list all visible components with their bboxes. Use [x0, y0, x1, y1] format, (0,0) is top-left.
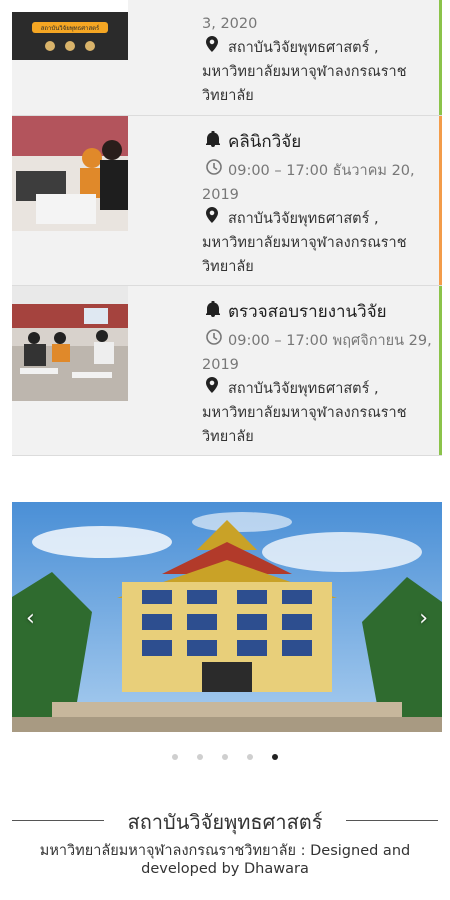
event-location: สถาบันวิจัยพุทธศาสตร์ , มหาวิทยาลัยมหาจุ…	[202, 381, 407, 445]
event-time: 09:00 – 17:00 พฤศจิกายน 29, 2019	[202, 333, 432, 373]
events-list: สถาบันวิจัยพุทธศาสตร์ 3, 2020 สถาบันวิจั…	[12, 0, 442, 456]
map-pin-icon	[206, 377, 228, 401]
footer-credits: มหาวิทยาลัยมหาจุฬาลงกรณราชวิทยาลัย : Des…	[39, 843, 411, 877]
carousel-dot[interactable]	[196, 754, 203, 760]
thumb-label: สถาบันวิจัยพุทธศาสตร์	[41, 24, 100, 32]
event-card[interactable]: สถาบันวิจัยพุทธศาสตร์ 3, 2020 สถาบันวิจั…	[12, 0, 442, 116]
hero-image	[12, 502, 442, 732]
event-accent-bar	[439, 0, 442, 115]
event-title[interactable]: ตรวจสอบรายงานวิจัย	[228, 302, 387, 322]
clock-icon	[206, 159, 228, 183]
map-pin-icon	[206, 36, 228, 60]
event-accent-bar	[439, 286, 442, 455]
footer-title: สถาบันวิจัยพุทธศาสตร์	[0, 806, 450, 838]
event-time: 09:00 – 17:00 ธันวาคม 20, 2019	[202, 163, 415, 203]
event-card[interactable]: คลินิกวิจัย 09:00 – 17:00 ธันวาคม 20, 20…	[12, 116, 442, 286]
hero-carousel[interactable]: ‹ ›	[12, 502, 442, 732]
footer-title-text: สถาบันวิจัยพุทธศาสตร์	[117, 810, 333, 834]
chevron-left-icon[interactable]: ‹	[26, 606, 35, 631]
map-pin-icon	[206, 207, 228, 231]
bell-icon	[206, 300, 228, 325]
event-date: 3, 2020	[202, 16, 258, 32]
event-card[interactable]: ตรวจสอบรายงานวิจัย 09:00 – 17:00 พฤศจิกา…	[12, 286, 442, 456]
carousel-dot[interactable]	[222, 754, 228, 760]
chevron-right-icon[interactable]: ›	[419, 606, 428, 631]
event-accent-bar	[439, 116, 442, 285]
divider-right	[346, 820, 438, 821]
carousel-dot[interactable]	[171, 754, 178, 760]
carousel-dots	[0, 745, 450, 764]
event-title[interactable]: คลินิกวิจัย	[228, 132, 301, 152]
event-location: สถาบันวิจัยพุทธศาสตร์ , มหาวิทยาลัยมหาจุ…	[202, 211, 407, 275]
event-thumbnail[interactable]: สถาบันวิจัยพุทธศาสตร์	[12, 0, 128, 60]
carousel-dot[interactable]	[247, 754, 254, 760]
carousel-dot-active[interactable]	[272, 754, 279, 760]
event-thumbnail[interactable]	[12, 286, 128, 401]
event-location: สถาบันวิจัยพุทธศาสตร์ , มหาวิทยาลัยมหาจุ…	[202, 40, 407, 104]
divider-left	[12, 820, 104, 821]
clock-icon	[206, 329, 228, 353]
event-thumbnail[interactable]	[12, 116, 128, 231]
bell-icon	[206, 130, 228, 155]
